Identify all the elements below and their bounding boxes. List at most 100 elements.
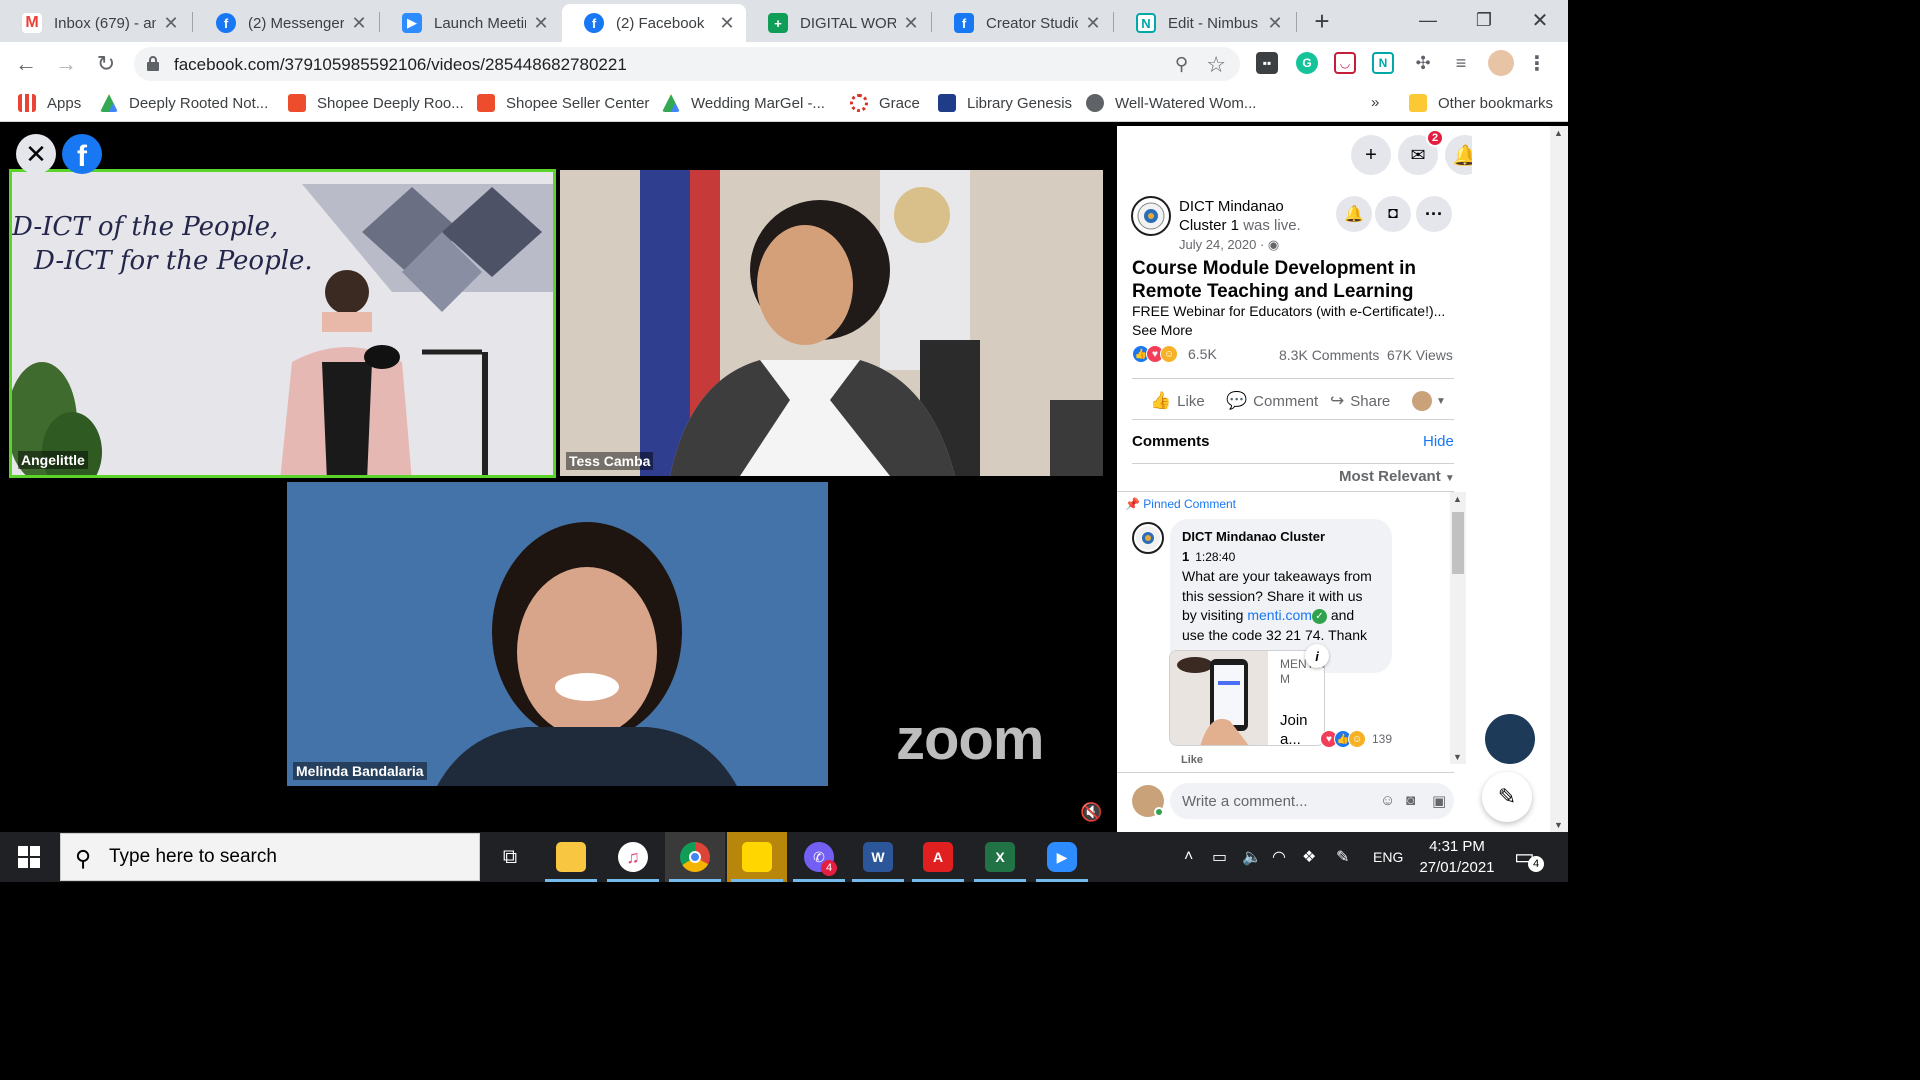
sort-comments-dropdown[interactable]: Most Relevant ▼ xyxy=(1339,468,1455,485)
chrome-icon[interactable] xyxy=(665,832,725,882)
comments-count[interactable]: 8.3K Comments xyxy=(1279,347,1379,363)
hide-comments-link[interactable]: Hide xyxy=(1423,433,1454,450)
link-preview-card[interactable]: MENTI.CO M Join a... xyxy=(1169,650,1325,746)
address-bar[interactable]: facebook.com/379105985592106/videos/2854… xyxy=(134,47,1240,81)
post-date[interactable]: July 24, 2020 · ◉ xyxy=(1179,237,1279,253)
show-hidden-icons[interactable]: ˄ xyxy=(1184,832,1193,882)
word-icon[interactable]: W xyxy=(848,832,908,882)
chrome-menu-icon[interactable]: ⋮ xyxy=(1526,52,1548,75)
tab-digital-workforce[interactable]: + DIGITAL WORKF ✕ xyxy=(746,4,930,42)
messenger-icon[interactable]: ✉ 2 xyxy=(1398,129,1444,175)
bookmark-star-icon[interactable]: ☆ xyxy=(1206,52,1226,78)
file-explorer-icon[interactable] xyxy=(541,832,601,882)
viber-icon[interactable]: ✆ 4 xyxy=(789,832,849,882)
minimize-icon[interactable]: — xyxy=(1400,0,1456,40)
tab-messenger[interactable]: f (2) Messenger | ✕ xyxy=(194,4,378,42)
camera-icon[interactable]: ◙ xyxy=(1406,792,1415,809)
itunes-icon[interactable]: ♫ xyxy=(603,832,663,882)
post-author[interactable]: DICT Mindanao Cluster 1 was live. xyxy=(1179,197,1319,235)
close-tab-icon[interactable]: ✕ xyxy=(350,13,368,34)
start-button[interactable] xyxy=(0,832,58,882)
back-icon[interactable]: ← xyxy=(12,50,40,78)
close-tab-icon[interactable]: ✕ xyxy=(1266,13,1284,34)
language-indicator[interactable]: ENG xyxy=(1373,832,1403,882)
tab-gmail[interactable]: M Inbox (679) - an ✕ xyxy=(0,4,190,42)
pocket-icon[interactable]: ◡ xyxy=(1334,52,1356,74)
extensions-puzzle-icon[interactable]: ✣ xyxy=(1412,52,1434,74)
comment-reactions[interactable]: ♥ 👍 ☺ 139 xyxy=(1320,730,1392,748)
new-tab-icon[interactable]: + xyxy=(1310,6,1334,37)
reload-icon[interactable]: ↻ xyxy=(92,50,120,78)
close-window-icon[interactable]: ✕ xyxy=(1512,0,1568,40)
menti-link[interactable]: menti.com xyxy=(1247,607,1312,623)
acrobat-icon[interactable]: A xyxy=(908,832,968,882)
url-text[interactable]: facebook.com/379105985592106/videos/2854… xyxy=(174,55,627,75)
extension-dark-icon[interactable]: ▪▪ xyxy=(1256,52,1278,74)
comment-button[interactable]: 💬 Comment xyxy=(1226,391,1318,411)
system-clock[interactable]: 4:31 PM 27/01/2021 xyxy=(1412,836,1502,878)
bookmark-apps[interactable]: Apps xyxy=(18,94,81,112)
more-options-icon[interactable]: ··· xyxy=(1416,196,1452,232)
nimbus-extension-icon[interactable]: N xyxy=(1372,52,1394,74)
new-message-icon[interactable]: ✎ xyxy=(1482,772,1532,822)
scroll-up-icon[interactable]: ▲ xyxy=(1453,494,1462,504)
bookmark-item[interactable]: Shopee Seller Center xyxy=(477,94,649,112)
scroll-thumb[interactable] xyxy=(1452,512,1464,574)
other-bookmarks[interactable]: Other bookmarks xyxy=(1409,94,1553,112)
media-control-icon[interactable]: ≡ xyxy=(1450,52,1472,74)
scroll-down-icon[interactable]: ▼ xyxy=(1554,820,1563,830)
comment-author-avatar[interactable] xyxy=(1132,522,1164,554)
tab-zoom-launch[interactable]: ▶ Launch Meeting ✕ xyxy=(380,4,560,42)
close-tab-icon[interactable]: ✕ xyxy=(1084,13,1102,34)
emoji-icon[interactable]: ☺ xyxy=(1380,792,1395,809)
bookmarks-overflow[interactable]: » xyxy=(1371,94,1379,111)
share-button[interactable]: ↪ Share xyxy=(1330,391,1390,411)
profile-avatar[interactable] xyxy=(1488,50,1514,76)
volume-icon[interactable]: 🔈 xyxy=(1242,832,1262,882)
dropbox-icon[interactable]: ❖ xyxy=(1302,832,1316,882)
battery-icon[interactable]: ▭ xyxy=(1212,832,1227,882)
tab-nimbus[interactable]: N Edit - Nimbus S ✕ xyxy=(1114,4,1294,42)
bookmark-item[interactable]: Well-Watered Wom... xyxy=(1086,94,1256,112)
restore-icon[interactable]: ❐ xyxy=(1456,0,1512,40)
sticky-notes-icon[interactable] xyxy=(727,832,787,882)
close-tab-icon[interactable]: ✕ xyxy=(532,13,550,34)
bookmark-item[interactable]: Wedding MarGel -... xyxy=(662,94,825,112)
tab-facebook-active[interactable]: f (2) Facebook ✕ xyxy=(562,4,746,42)
comment-input[interactable]: Write a comment... ☺ ◙ ▣ xyxy=(1170,783,1454,819)
follow-bell-icon[interactable]: 🔔 xyxy=(1336,196,1372,232)
tab-creator-studio[interactable]: f Creator Studio ✕ xyxy=(932,4,1112,42)
wifi-icon[interactable]: ◠ xyxy=(1272,832,1286,882)
bookmark-item[interactable]: Library Genesis xyxy=(938,94,1072,112)
task-view-icon[interactable]: ⧉ xyxy=(480,832,540,882)
facebook-logo-icon[interactable]: f xyxy=(62,134,102,174)
contact-avatar[interactable] xyxy=(1485,714,1535,764)
bookmark-item[interactable]: Deeply Rooted Not... xyxy=(100,94,268,112)
excel-icon[interactable]: X xyxy=(970,832,1030,882)
grammarly-icon[interactable]: G xyxy=(1296,52,1318,74)
muted-speaker-icon[interactable]: 🔇 xyxy=(1080,802,1102,823)
zoom-app-icon[interactable]: ▶ xyxy=(1032,832,1092,882)
video-player[interactable]: D-ICT of the People, D-ICT for the Peopl… xyxy=(0,126,1117,832)
taskbar-search-input[interactable]: ⚲ Type here to search xyxy=(60,833,480,881)
close-video-icon[interactable]: ✕ xyxy=(16,134,56,174)
page-scrollbar[interactable]: ▲ ▼ xyxy=(1550,126,1568,832)
zoom-magnifier-icon[interactable]: ⚲ xyxy=(1175,54,1188,75)
close-tab-icon[interactable]: ✕ xyxy=(902,13,920,34)
forward-icon[interactable]: → xyxy=(52,50,80,78)
scroll-down-icon[interactable]: ▼ xyxy=(1453,752,1462,762)
save-icon[interactable]: ◘ xyxy=(1375,196,1411,232)
create-plus-icon[interactable]: + xyxy=(1351,135,1391,175)
close-tab-icon[interactable]: ✕ xyxy=(718,13,736,34)
bookmark-item[interactable]: Grace xyxy=(850,94,920,112)
bookmark-item[interactable]: Shopee Deeply Roo... xyxy=(288,94,464,112)
info-icon[interactable]: i xyxy=(1305,644,1329,668)
comment-timestamp[interactable]: 1:28:40 xyxy=(1195,550,1235,564)
comment-like-link[interactable]: Like xyxy=(1181,754,1203,766)
reaction-summary[interactable]: 👍 ♥ ☺ 6.5K xyxy=(1132,345,1217,363)
react-as-selector[interactable]: ▼ xyxy=(1412,391,1446,411)
like-button[interactable]: 👍 Like xyxy=(1150,391,1205,411)
comments-scrollbar[interactable]: ▲ ▼ xyxy=(1450,492,1466,764)
pen-icon[interactable]: ✎ xyxy=(1336,832,1349,882)
sticker-icon[interactable]: ▣ xyxy=(1432,792,1446,810)
